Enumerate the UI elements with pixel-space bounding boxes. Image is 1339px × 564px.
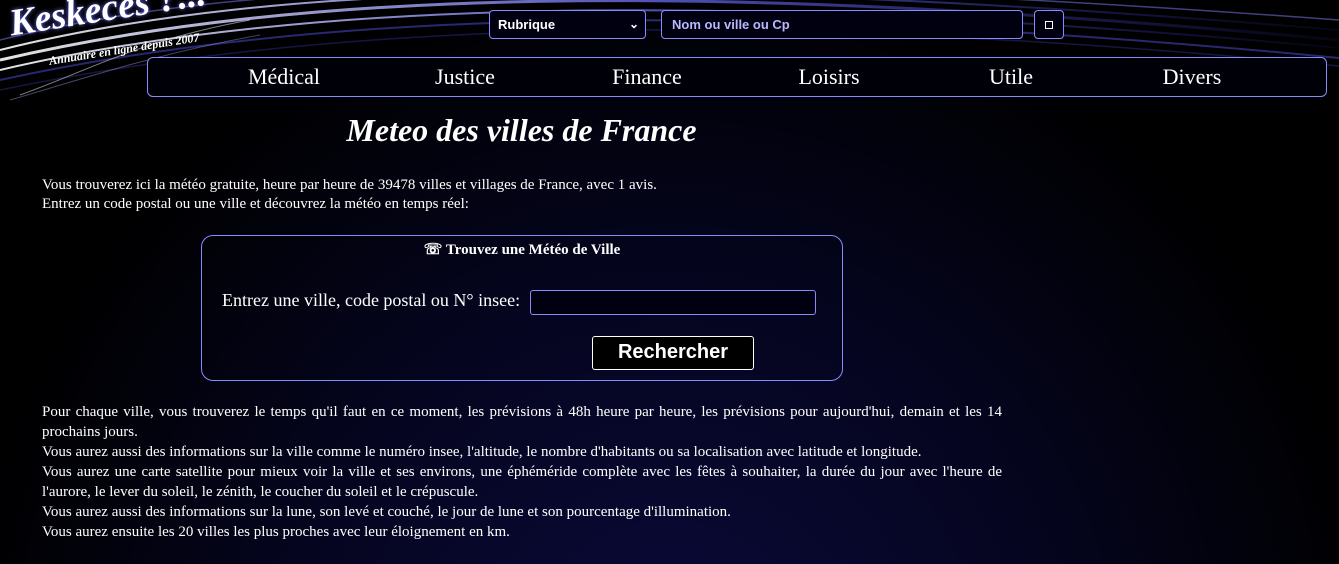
finder-title: ☏ Trouvez une Météo de Ville — [423, 242, 621, 258]
rubrique-select-label: Rubrique — [498, 17, 556, 32]
details-paragraph: Pour chaque ville, vous trouverez le tem… — [42, 404, 1002, 440]
nav-item-medical[interactable]: Médical — [248, 64, 320, 90]
nav-item-finance[interactable]: Finance — [612, 64, 682, 90]
details-paragraph: Vous aurez aussi des informations sur la… — [42, 504, 731, 520]
city-finder-panel: ☏ Trouvez une Météo de Ville Entrez une … — [201, 235, 843, 381]
details-paragraph: Vous aurez une carte satellite pour mieu… — [42, 464, 1002, 500]
search-city-button[interactable]: Rechercher — [592, 336, 754, 370]
search-input[interactable]: Nom ou ville ou Cp — [661, 10, 1023, 39]
finder-label: Entrez une ville, code postal ou N° inse… — [222, 290, 521, 310]
nav-item-utile[interactable]: Utile — [989, 64, 1033, 90]
chevron-down-icon: ⌄ — [628, 17, 639, 31]
rubrique-select[interactable]: Rubrique ⌄ — [489, 10, 646, 39]
city-search-input[interactable] — [530, 290, 816, 315]
page-title: Meteo des villes de France — [346, 112, 697, 148]
main-nav: Médical Justice Finance Loisirs Utile Di… — [147, 57, 1327, 97]
nav-item-loisirs[interactable]: Loisirs — [798, 64, 859, 90]
intro-line: Vous trouverez ici la météo gratuite, he… — [42, 177, 657, 193]
details-paragraph: Vous aurez aussi des informations sur la… — [42, 444, 922, 460]
intro-text: Vous trouverez ici la météo gratuite, he… — [42, 176, 1002, 214]
intro-line: Entrez un code postal ou une ville et dé… — [42, 196, 469, 212]
nav-item-justice[interactable]: Justice — [435, 64, 495, 90]
search-button[interactable] — [1034, 10, 1064, 39]
search-submit-icon — [1045, 21, 1053, 29]
nav-item-divers[interactable]: Divers — [1163, 64, 1222, 90]
details-text: Pour chaque ville, vous trouverez le tem… — [42, 402, 1002, 542]
details-paragraph: Vous aurez ensuite les 20 villes les plu… — [42, 524, 510, 540]
